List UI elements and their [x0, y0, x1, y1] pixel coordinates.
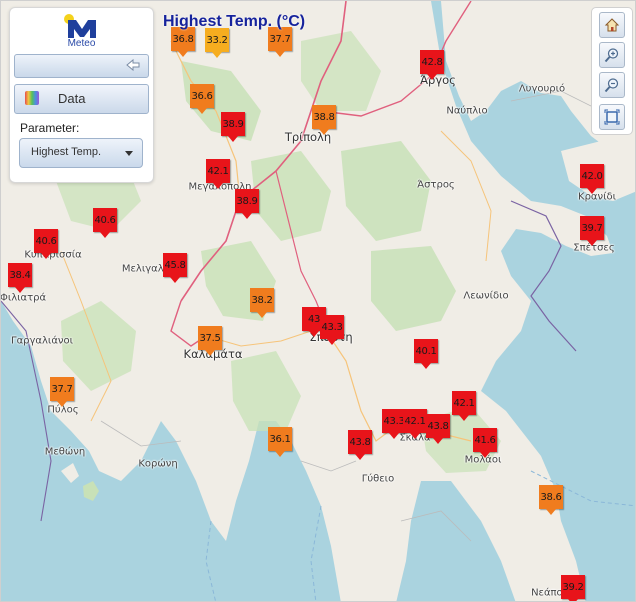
place-label: Ναύπλιο	[446, 105, 488, 117]
home-icon	[604, 18, 620, 32]
station-marker[interactable]: 42.1	[403, 409, 427, 439]
parameter-label: Parameter:	[20, 121, 80, 135]
station-marker[interactable]: 38.2	[250, 288, 274, 318]
station-marker[interactable]: 42.1	[206, 159, 230, 189]
station-marker[interactable]: 42.8	[420, 50, 444, 80]
zoom-out-icon	[604, 78, 619, 93]
palette-icon	[25, 91, 39, 105]
station-marker[interactable]: 41.6	[473, 428, 497, 458]
station-marker[interactable]: 40.1	[414, 339, 438, 369]
map-canvas[interactable]: Άργος Ναύπλιο Λυγουριό Τρίπολη Μεγαλόπολ…	[0, 0, 636, 602]
place-label: Κορώνη	[138, 458, 178, 470]
station-marker[interactable]: 39.7	[580, 216, 604, 246]
chevron-down-icon	[125, 151, 133, 156]
station-marker[interactable]: 38.4	[8, 263, 32, 293]
station-marker[interactable]: 42.0	[580, 164, 604, 194]
place-label: Φιλιατρά	[0, 292, 47, 304]
station-marker[interactable]: 38.9	[221, 112, 245, 142]
station-marker[interactable]: 43.8	[426, 414, 450, 444]
place-label: Λεωνίδιο	[463, 290, 509, 302]
station-marker[interactable]: 36.1	[268, 427, 292, 457]
station-marker[interactable]: 42.1	[452, 391, 476, 421]
home-button[interactable]	[599, 12, 625, 38]
station-marker[interactable]: 40.6	[93, 208, 117, 238]
map-toolbar	[591, 7, 633, 135]
zoom-out-button[interactable]	[599, 72, 625, 98]
zoom-in-icon	[604, 48, 619, 63]
control-panel: Meteo Data Parameter: Highest Temp.	[9, 7, 154, 183]
zoom-in-button[interactable]	[599, 42, 625, 68]
station-marker[interactable]: 43.8	[348, 430, 372, 460]
station-marker[interactable]: 39.2	[561, 575, 585, 601]
place-label: Γύθειο	[361, 473, 395, 485]
station-marker[interactable]: 37.5	[198, 326, 222, 356]
extent-icon	[604, 109, 620, 125]
location-search-bar[interactable]	[14, 54, 149, 78]
parameter-select-value: Highest Temp.	[31, 146, 102, 158]
place-label: Μεθώνη	[44, 446, 86, 458]
place-label: Λυγουριό	[518, 83, 566, 95]
station-marker[interactable]: 33.2	[205, 28, 229, 58]
station-marker[interactable]: 40.6	[34, 229, 58, 259]
station-marker[interactable]: 36.6	[190, 84, 214, 114]
place-label: Γαργαλιάνοι	[10, 335, 74, 347]
full-extent-button[interactable]	[599, 104, 625, 130]
place-label: Κρανίδι	[578, 191, 616, 203]
logo-text: Meteo	[67, 38, 96, 49]
station-marker[interactable]: 38.6	[539, 485, 563, 515]
back-arrow-icon[interactable]	[125, 58, 141, 72]
station-marker[interactable]: 37.7	[50, 377, 74, 407]
data-button[interactable]: Data	[14, 84, 149, 114]
parameter-select[interactable]: Highest Temp.	[19, 138, 143, 168]
station-marker[interactable]: 45.8	[163, 253, 187, 283]
place-label: Άργος	[420, 73, 456, 87]
data-button-label: Data	[58, 91, 86, 106]
station-marker[interactable]: 43.3	[320, 315, 344, 345]
map-title: Highest Temp. (°C)	[163, 13, 306, 30]
place-label: Άστρος	[417, 179, 455, 191]
station-marker[interactable]: 38.9	[235, 189, 259, 219]
station-marker[interactable]: 38.8	[312, 105, 336, 135]
